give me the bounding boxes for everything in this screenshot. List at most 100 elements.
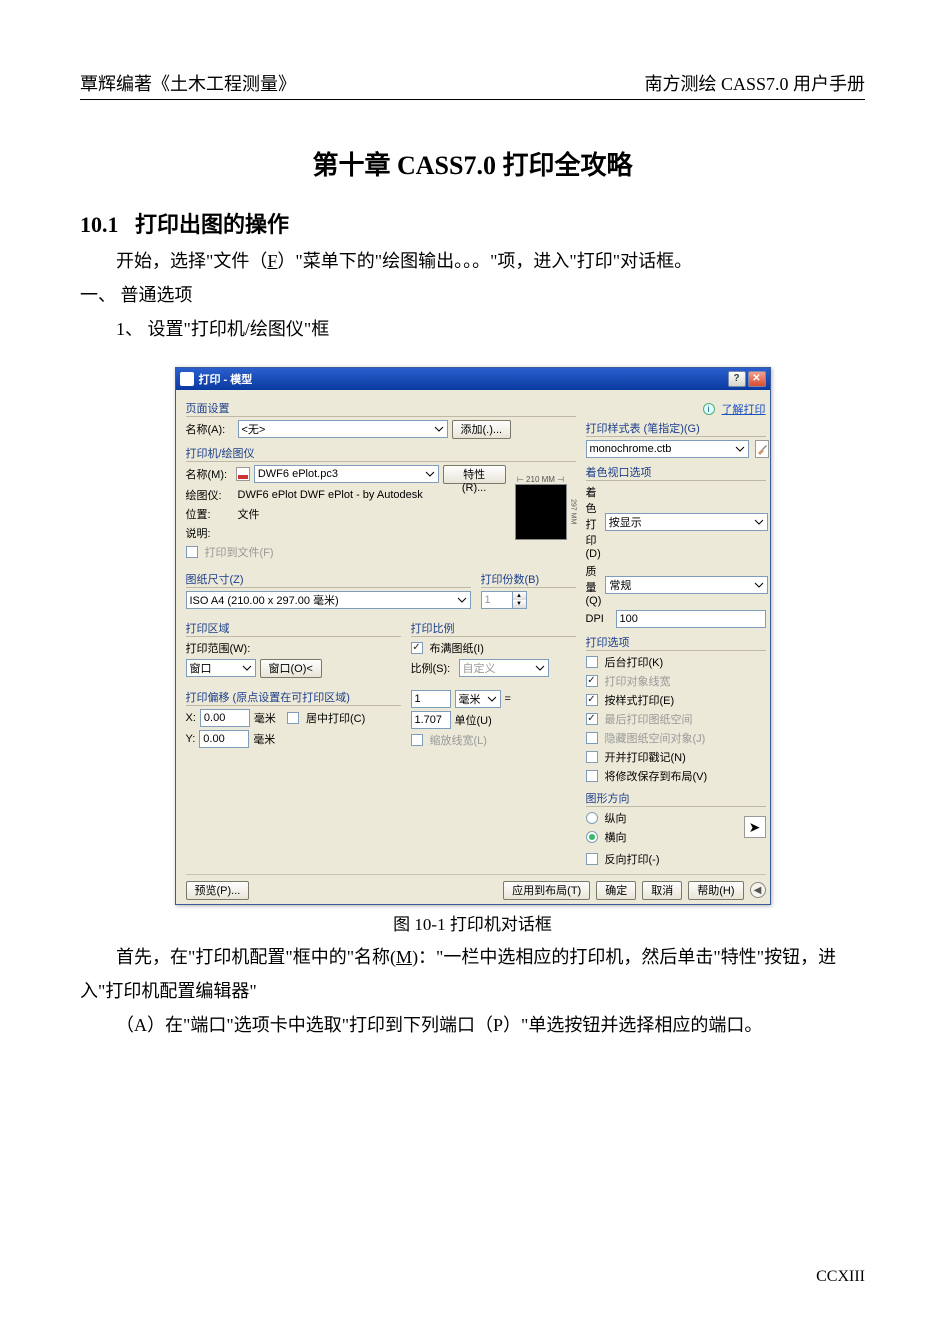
printer-name-label: 名称(M): xyxy=(186,466,232,482)
scale-lw-checkbox xyxy=(411,734,423,746)
opt-hide-label: 隐藏图纸空间对象(J) xyxy=(605,730,706,746)
edit-style-button[interactable] xyxy=(755,440,769,458)
header-left: 覃辉编著《土木工程测量》 xyxy=(80,70,296,96)
header-right: 南方测绘 CASS7.0 用户手册 xyxy=(644,70,865,96)
copies-input[interactable] xyxy=(481,591,513,609)
printer-properties-button[interactable]: 特性(R)... xyxy=(443,465,506,484)
plot-what-label: 打印范围(W): xyxy=(186,640,251,656)
collapse-icon[interactable]: ◀ xyxy=(750,882,766,898)
help-button-icon[interactable]: ? xyxy=(728,371,746,387)
paragraph-1: 开始，选择"文件（F）"菜单下的"绘图输出。。。"项，进入"打印"对话框。 xyxy=(80,244,865,278)
group-copies: 打印份数(B) xyxy=(481,571,576,587)
orient-portrait-radio[interactable] xyxy=(586,812,598,824)
paragraph-2: 首先，在"打印机配置"框中的"名称(M)："一栏中选相应的打印机，然后单击"特性… xyxy=(80,940,865,1008)
group-plot-area: 打印区域 xyxy=(186,620,401,636)
paper-preview: ⊢ 210 MM ⊣ 297 MM xyxy=(515,484,567,540)
orient-landscape-label: 横向 xyxy=(605,829,627,845)
preview-button[interactable]: 预览(P)... xyxy=(186,881,250,900)
desc-label: 说明: xyxy=(186,525,234,541)
pagesetup-name-label: 名称(A): xyxy=(186,421,234,437)
chapter-title: 第十章 CASS7.0 打印全攻略 xyxy=(80,145,865,182)
opt-save-label: 将修改保存到布局(V) xyxy=(605,768,708,784)
orient-landscape-radio[interactable] xyxy=(586,831,598,843)
print-dialog: 打印 - 模型 ? ✕ 页面设置 名称(A): 添加(.)... xyxy=(175,367,771,905)
scale-lw-label: 缩放线宽(L) xyxy=(430,732,487,748)
offset-x-input[interactable] xyxy=(200,709,250,727)
shade-plot-label: 着色打印(D) xyxy=(586,484,601,560)
orientation-icon: ➤ xyxy=(744,816,766,838)
opt-bg-checkbox[interactable] xyxy=(586,656,598,668)
group-plot-scale: 打印比例 xyxy=(411,620,576,636)
opt-save-checkbox[interactable] xyxy=(586,770,598,782)
offset-x-label: X: xyxy=(186,712,196,724)
plot-what-select[interactable] xyxy=(186,659,256,677)
opt-stamp-checkbox[interactable] xyxy=(586,751,598,763)
opt-bg-label: 后台打印(K) xyxy=(605,654,664,670)
learn-plotting-link[interactable]: 了解打印 xyxy=(722,401,766,417)
opt-style-checkbox[interactable] xyxy=(586,694,598,706)
offset-y-input[interactable] xyxy=(199,730,249,748)
opt-hide-checkbox xyxy=(586,732,598,744)
where-label: 位置: xyxy=(186,506,234,522)
dialog-icon xyxy=(180,372,194,386)
printer-name-select[interactable] xyxy=(254,465,439,483)
window-pick-button[interactable]: 窗口(O)< xyxy=(260,659,322,678)
center-plot-checkbox[interactable] xyxy=(287,712,299,724)
group-paper-size: 图纸尺寸(Z) xyxy=(186,571,471,587)
list-item-1-1: 1、 设置"打印机/绘图仪"框 xyxy=(80,312,865,346)
right-column: i 了解打印 打印样式表 (笔指定)(G) 着色视口选项 着色打印(D) 质 xyxy=(586,398,766,870)
plotter-value: DWF6 ePlot DWF ePlot - by Autodesk xyxy=(238,489,423,501)
dpi-input xyxy=(616,610,766,628)
orient-portrait-label: 纵向 xyxy=(605,810,627,826)
plot-to-file-checkbox xyxy=(186,546,198,558)
ok-button[interactable]: 确定 xyxy=(596,881,636,900)
close-icon[interactable]: ✕ xyxy=(748,371,766,387)
figure-caption: 图 10-1 打印机对话框 xyxy=(80,910,865,935)
opt-paperspace-label: 最后打印图纸空间 xyxy=(605,711,693,727)
pagesetup-name-select[interactable] xyxy=(238,420,448,438)
scale-unit-select xyxy=(455,690,501,708)
scale-ratio-select xyxy=(459,659,549,677)
scale-ratio-label: 比例(S): xyxy=(411,660,455,676)
where-value: 文件 xyxy=(238,506,260,522)
group-page-setup: 页面设置 xyxy=(186,400,576,416)
paper-size-select[interactable] xyxy=(186,591,471,609)
center-plot-label: 居中打印(C) xyxy=(306,710,365,726)
pagesetup-add-button[interactable]: 添加(.)... xyxy=(452,420,512,439)
opt-reverse-label: 反向打印(-) xyxy=(605,851,660,867)
group-orientation: 图形方向 xyxy=(586,790,766,806)
scale-drawing-unit: 单位(U) xyxy=(455,712,492,728)
offset-x-unit: 毫米 xyxy=(254,710,276,726)
fit-to-paper-checkbox[interactable] xyxy=(411,642,423,654)
offset-y-label: Y: xyxy=(186,733,196,745)
opt-lw-label: 打印对象线宽 xyxy=(605,673,671,689)
group-printer: 打印机/绘图仪 xyxy=(186,445,576,461)
group-shaded: 着色视口选项 xyxy=(586,464,766,480)
cancel-button[interactable]: 取消 xyxy=(642,881,682,900)
opt-lw-checkbox xyxy=(586,675,598,687)
dpi-label: DPI xyxy=(586,613,612,625)
offset-y-unit: 毫米 xyxy=(253,731,275,747)
shade-plot-select[interactable] xyxy=(605,513,768,531)
group-plot-style: 打印样式表 (笔指定)(G) xyxy=(586,420,766,436)
plotter-label: 绘图仪: xyxy=(186,487,234,503)
left-column: 页面设置 名称(A): 添加(.)... 打印机/绘图仪 名称(M): xyxy=(186,398,576,870)
plot-style-select[interactable] xyxy=(586,440,749,458)
fit-to-paper-label: 布满图纸(I) xyxy=(430,640,484,656)
info-icon: i xyxy=(703,403,715,415)
opt-stamp-label: 开并打印戳记(N) xyxy=(605,749,686,765)
dialog-title: 打印 - 模型 xyxy=(199,371,253,387)
list-item-1: 一、 普通选项 xyxy=(80,278,865,312)
help-button[interactable]: 帮助(H) xyxy=(688,881,743,900)
section-title: 10.1 打印出图的操作 xyxy=(80,207,865,239)
section-number: 10.1 xyxy=(80,212,119,237)
dialog-titlebar[interactable]: 打印 - 模型 ? ✕ xyxy=(176,368,770,390)
plot-to-file-label: 打印到文件(F) xyxy=(205,544,274,560)
copies-spinner[interactable]: ▲▼ xyxy=(513,591,527,609)
opt-reverse-checkbox[interactable] xyxy=(586,853,598,865)
scale-drawing-input xyxy=(411,711,451,729)
opt-style-label: 按样式打印(E) xyxy=(605,692,675,708)
quality-select[interactable] xyxy=(605,576,768,594)
opt-paperspace-checkbox xyxy=(586,713,598,725)
apply-layout-button[interactable]: 应用到布局(T) xyxy=(503,881,590,900)
